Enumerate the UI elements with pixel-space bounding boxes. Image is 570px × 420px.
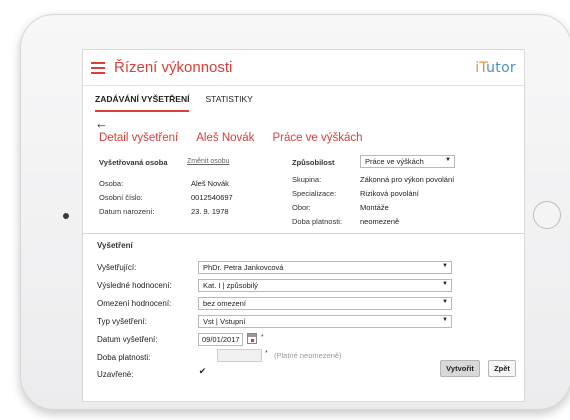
person-value-cislo: 0012540697	[191, 193, 233, 202]
top-bar: Řízení výkonnosti iTutor	[83, 50, 524, 86]
chevron-down-icon: ▼	[442, 299, 448, 305]
restriction-select[interactable]: bez omezení ▼	[198, 297, 452, 310]
create-button[interactable]: Vytvořit	[440, 360, 480, 377]
chevron-down-icon: ▼	[442, 281, 448, 287]
change-person-link[interactable]: Změnit osobu	[187, 158, 229, 165]
logo-part-1: iT	[475, 60, 487, 76]
breadcrumb-item-person: Aleš Novák	[196, 132, 255, 144]
tab-statistiky[interactable]: STATISTIKY	[205, 94, 252, 112]
exam-type-select-value: Vst | Vstupní	[203, 317, 246, 326]
competency-value-skupina: Zákonná pro výkon povolání	[360, 175, 455, 184]
competency-label-platnost: Doba platnosti:	[292, 217, 343, 226]
exam-label-date: Datum vyšetření:	[97, 335, 158, 344]
exam-label-validity: Doba platnosti:	[97, 353, 151, 362]
breadcrumb: Detail vyšetření Aleš Novák Práce ve výš…	[99, 132, 363, 144]
exam-label-result: Výsledné hodnocení:	[97, 281, 172, 290]
validity-input[interactable]	[217, 349, 262, 362]
validity-hint: (Platné neomezeně)	[274, 351, 342, 360]
exam-heading: Vyšetření	[97, 241, 133, 250]
competency-heading: Způsobilost	[292, 158, 335, 167]
result-select-value: Kat. I | způsobilý	[203, 281, 258, 290]
section-divider	[83, 233, 524, 234]
result-select[interactable]: Kat. I | způsobilý ▼	[198, 279, 452, 292]
person-value-osoba: Aleš Novák	[191, 179, 229, 188]
closed-checkbox[interactable]: ✔	[198, 367, 207, 377]
chevron-down-icon: ▼	[442, 317, 448, 323]
chevron-down-icon: ▼	[445, 157, 451, 163]
exam-date-input[interactable]: 09/01/2017	[198, 333, 243, 346]
logo-part-2: utor	[486, 60, 516, 76]
competency-value-obor: Montáže	[360, 203, 389, 212]
tablet-frame: Řízení výkonnosti iTutor ZADÁVÁNÍ VYŠETŘ…	[20, 14, 570, 410]
restriction-select-value: bez omezení	[203, 299, 246, 308]
app-title: Řízení výkonnosti	[114, 59, 233, 76]
examiner-select[interactable]: PhDr. Petra Jankovcová ▼	[198, 261, 452, 274]
competency-value-specializace: Riziková povolání	[360, 189, 419, 198]
breadcrumb-item-detail: Detail vyšetření	[99, 132, 179, 144]
tab-bar: ZADÁVÁNÍ VYŠETŘENÍ STATISTIKY	[83, 86, 524, 112]
itutor-logo: iTutor	[475, 60, 516, 76]
home-button[interactable]	[533, 201, 561, 229]
person-label-cislo: Osobní číslo:	[99, 193, 143, 202]
exam-label-type: Typ vyšetření:	[97, 317, 147, 326]
person-label-osoba: Osoba:	[99, 179, 124, 188]
competency-label-skupina: Skupina:	[292, 175, 322, 184]
calendar-icon[interactable]	[247, 333, 257, 344]
competency-value-platnost: neomezeně	[360, 217, 400, 226]
required-mark: *	[261, 334, 264, 341]
competency-select-value: Práce ve výškách	[365, 157, 424, 166]
exam-label-closed: Uzavřené:	[97, 370, 134, 379]
back-button[interactable]: Zpět	[488, 360, 516, 377]
required-mark: *	[265, 350, 268, 357]
app-screen: Řízení výkonnosti iTutor ZADÁVÁNÍ VYŠETŘ…	[82, 49, 525, 402]
exam-type-select[interactable]: Vst | Vstupní ▼	[198, 315, 452, 328]
examiner-select-value: PhDr. Petra Jankovcová	[203, 263, 284, 272]
competency-label-obor: Obor:	[292, 203, 311, 212]
person-label-narozeni: Datum narození:	[99, 207, 155, 216]
tab-zadavani[interactable]: ZADÁVÁNÍ VYŠETŘENÍ	[95, 94, 190, 112]
person-value-narozeni: 23. 9. 1978	[191, 207, 229, 216]
camera-dot	[63, 213, 69, 219]
breadcrumb-item-competency: Práce ve výškách	[272, 132, 363, 144]
exam-label-restriction: Omezení hodnocení:	[97, 299, 172, 308]
person-heading: Vyšetřovaná osoba	[99, 158, 168, 167]
back-arrow-icon[interactable]: ←	[95, 116, 108, 131]
exam-label-examiner: Vyšetřující:	[97, 263, 137, 272]
menu-icon[interactable]	[91, 61, 105, 74]
chevron-down-icon: ▼	[442, 263, 448, 269]
competency-select[interactable]: Práce ve výškách ▼	[360, 155, 455, 168]
competency-label-specializace: Specializace:	[292, 189, 337, 198]
